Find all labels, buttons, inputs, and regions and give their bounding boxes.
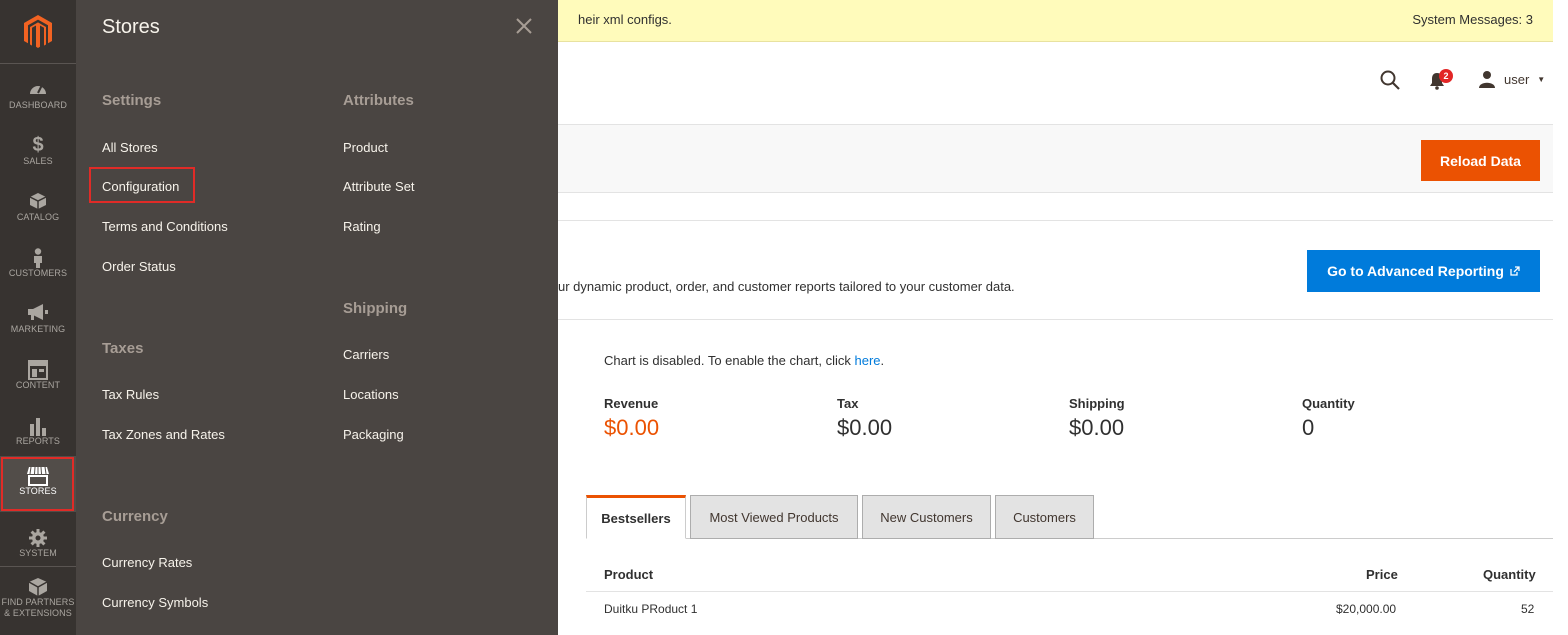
tab-new-customers[interactable]: New Customers — [862, 495, 991, 539]
group-shipping: Shipping — [343, 300, 408, 317]
highlight-outline — [1, 457, 74, 511]
stat-value: $0.00 — [837, 415, 893, 440]
link-locations[interactable]: Locations — [343, 387, 399, 402]
nav-stores[interactable]: STORES — [0, 456, 76, 512]
box-icon — [0, 182, 76, 210]
system-message-bar: heir xml configs. System Messages: 3 — [558, 0, 1553, 42]
nav-label: & EXTENSIONS — [4, 608, 72, 618]
nav-dashboard[interactable]: DASHBOARD — [0, 70, 76, 126]
table-cell-quantity: 52 — [1521, 602, 1535, 616]
advanced-reporting-label: Go to Advanced Reporting — [1327, 263, 1504, 279]
nav-marketing[interactable]: MARKETING — [0, 294, 76, 350]
tab-customers[interactable]: Customers — [995, 495, 1094, 539]
search-icon[interactable] — [1380, 70, 1400, 93]
divider — [558, 319, 1553, 320]
column-header-price: Price — [1366, 567, 1398, 582]
link-configuration[interactable]: Configuration — [102, 179, 179, 194]
person-icon — [0, 238, 76, 268]
link-all-stores[interactable]: All Stores — [102, 140, 158, 155]
tab-most-viewed-products[interactable]: Most Viewed Products — [690, 495, 858, 539]
nav-label: CUSTOMERS — [8, 268, 68, 278]
link-terms-conditions[interactable]: Terms and Conditions — [102, 219, 228, 234]
group-attributes: Attributes — [343, 92, 414, 109]
magento-logo-icon — [24, 14, 52, 48]
stat-value: 0 — [1302, 415, 1315, 440]
link-currency-rates[interactable]: Currency Rates — [102, 555, 192, 570]
system-message-text: heir xml configs. — [578, 12, 672, 27]
link-rating[interactable]: Rating — [343, 219, 381, 234]
chevron-down-icon: ▼ — [1537, 74, 1546, 84]
link-currency-symbols[interactable]: Currency Symbols — [102, 595, 208, 610]
gear-icon — [0, 518, 76, 547]
link-attribute-set[interactable]: Attribute Set — [343, 179, 415, 194]
dashboard-icon — [0, 70, 76, 98]
link-packaging[interactable]: Packaging — [343, 427, 404, 442]
nav-label: SYSTEM — [19, 548, 57, 558]
nav-label: DASHBOARD — [9, 100, 67, 110]
external-link-icon — [1510, 263, 1520, 279]
table-cell-price: $20,000.00 — [1336, 602, 1397, 616]
partners-icon — [0, 567, 76, 596]
link-order-status[interactable]: Order Status — [102, 259, 176, 274]
system-messages-link[interactable]: System Messages: 3 — [1412, 12, 1533, 27]
nav-customers[interactable]: CUSTOMERS — [0, 238, 76, 294]
stat-label: Quantity — [1302, 396, 1355, 411]
admin-sidebar: DASHBOARD $ SALES CATALOG CUSTOMERS MARK… — [0, 0, 76, 635]
stores-flyout-menu: Stores Settings All Stores Configuration… — [76, 0, 558, 635]
stat-label: Shipping — [1069, 396, 1125, 411]
group-settings: Settings — [102, 92, 162, 109]
stat-label: Tax — [837, 396, 859, 411]
nav-label: FIND PARTNERS — [1, 597, 75, 607]
stat-value: $0.00 — [604, 415, 660, 440]
group-currency: Currency — [102, 508, 168, 525]
nav-label: SALES — [23, 156, 53, 166]
link-tax-zones-rates[interactable]: Tax Zones and Rates — [102, 427, 225, 442]
tab-bestsellers[interactable]: Bestsellers — [586, 495, 686, 539]
link-tax-rules[interactable]: Tax Rules — [102, 387, 159, 402]
page-header: 2 user ▼ — [558, 42, 1553, 124]
bar-chart-icon — [0, 406, 76, 436]
table-header-divider — [586, 591, 1553, 592]
stat-quantity: Quantity 0 — [1302, 396, 1355, 441]
nav-sales[interactable]: $ SALES — [0, 126, 76, 182]
page-actions-bar: Reload Data — [558, 124, 1553, 193]
dollar-icon: $ — [32, 134, 44, 156]
nav-label: CONTENT — [15, 380, 61, 390]
nav-content[interactable]: CONTENT — [0, 350, 76, 406]
user-name: user — [1504, 71, 1530, 87]
chart-notice-suffix: . — [880, 353, 885, 368]
nav-reports[interactable]: REPORTS — [0, 406, 76, 462]
stat-tax: Tax $0.00 — [837, 396, 892, 441]
nav-find-partners[interactable]: FIND PARTNERS & EXTENSIONS — [0, 566, 76, 635]
group-taxes: Taxes — [102, 340, 144, 357]
magento-logo[interactable] — [0, 0, 76, 64]
flyout-title: Stores — [102, 16, 160, 38]
chart-disabled-notice: Chart is disabled. To enable the chart, … — [604, 353, 884, 368]
stat-label: Revenue — [604, 396, 659, 411]
close-icon[interactable] — [514, 16, 534, 36]
nav-label: REPORTS — [15, 436, 61, 446]
layout-icon — [0, 350, 76, 380]
table-cell-product: Duitku PRoduct 1 — [604, 602, 698, 616]
enable-chart-link[interactable]: here — [855, 353, 881, 368]
nav-label: CATALOG — [16, 212, 60, 222]
nav-label: MARKETING — [10, 324, 66, 334]
chart-notice-text: Chart is disabled. To enable the chart, … — [604, 353, 855, 368]
stat-value: $0.00 — [1069, 415, 1125, 440]
reload-data-button[interactable]: Reload Data — [1421, 140, 1540, 181]
advanced-reporting-description: ur dynamic product, order, and customer … — [558, 279, 1015, 294]
megaphone-icon — [0, 294, 76, 322]
nav-catalog[interactable]: CATALOG — [0, 182, 76, 238]
divider — [558, 220, 1553, 221]
user-icon — [1479, 71, 1495, 88]
stat-revenue: Revenue $0.00 — [604, 396, 659, 441]
notification-badge: 2 — [1439, 69, 1453, 83]
column-header-quantity: Quantity — [1483, 567, 1536, 582]
column-header-product: Product — [604, 567, 654, 582]
link-carriers[interactable]: Carriers — [343, 347, 389, 362]
link-product[interactable]: Product — [343, 140, 388, 155]
user-menu[interactable]: user ▼ — [1478, 70, 1545, 88]
advanced-reporting-button[interactable]: Go to Advanced Reporting — [1307, 250, 1540, 292]
stat-shipping: Shipping $0.00 — [1069, 396, 1125, 441]
